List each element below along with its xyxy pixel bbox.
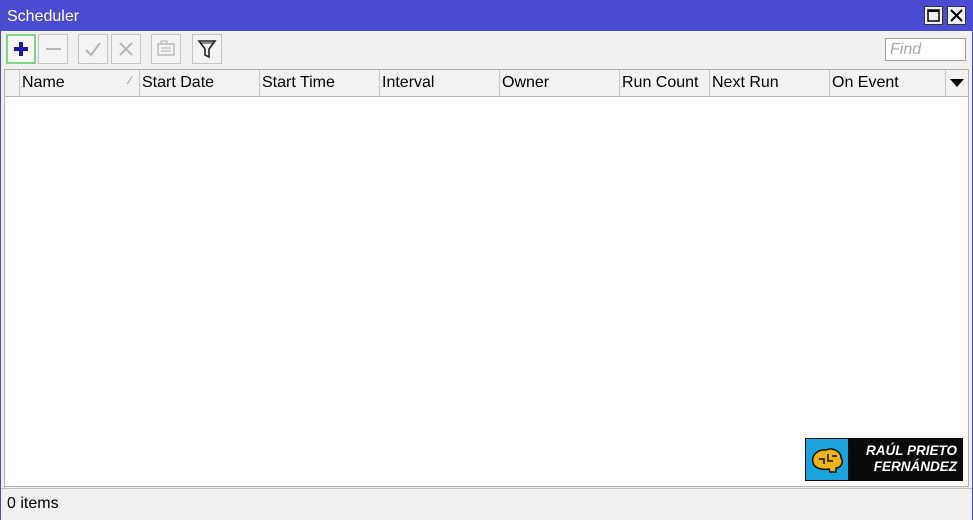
watermark-line-1: RAÚL PRIETO	[865, 443, 957, 458]
row-marker-column	[5, 70, 20, 96]
window-title: Scheduler	[7, 8, 80, 25]
column-header-label: Name	[22, 74, 65, 91]
column-header-start-date[interactable]: Start Date	[140, 70, 260, 96]
dropdown-arrow-icon	[950, 79, 964, 87]
scheduler-window: Scheduler Find Name ∕ Start Date Start T…	[0, 0, 973, 520]
maximize-icon	[927, 9, 940, 22]
status-bar: 0 items	[1, 488, 972, 520]
column-header-start-time[interactable]: Start Time	[260, 70, 380, 96]
column-header-next-run[interactable]: Next Run	[710, 70, 830, 96]
title-bar[interactable]: Scheduler	[1, 1, 972, 31]
brain-icon	[806, 439, 848, 480]
cross-icon	[119, 42, 133, 56]
find-input[interactable]	[885, 38, 966, 61]
comment-icon	[157, 40, 175, 56]
filter-icon	[197, 40, 217, 59]
scheduler-table: Name ∕ Start Date Start Time Interval Ow…	[4, 69, 969, 487]
watermark-line-2: FERNÁNDEZ	[873, 459, 957, 474]
column-header-label: Run Count	[622, 74, 699, 91]
column-header-label: Start Date	[142, 74, 215, 91]
column-header-name[interactable]: Name ∕	[20, 70, 140, 96]
sort-indicator-icon: ∕	[129, 75, 131, 87]
column-header-label: Start Time	[262, 74, 335, 91]
column-header-label: Owner	[502, 74, 550, 91]
watermark-text: RAÚL PRIETO FERNÁNDEZ	[849, 443, 957, 475]
column-header-owner[interactable]: Owner	[500, 70, 620, 96]
column-header-label: Interval	[382, 74, 435, 91]
column-header-interval[interactable]: Interval	[380, 70, 500, 96]
comment-button[interactable]	[151, 34, 181, 64]
plus-icon	[14, 42, 28, 56]
watermark-logo: RAÚL PRIETO FERNÁNDEZ	[805, 438, 963, 481]
add-button[interactable]	[6, 34, 36, 64]
remove-button[interactable]	[38, 34, 68, 64]
disable-button[interactable]	[111, 34, 141, 64]
column-menu-button[interactable]	[946, 70, 968, 96]
close-button[interactable]	[947, 6, 966, 25]
check-icon	[85, 42, 101, 57]
close-icon	[950, 9, 963, 22]
enable-button[interactable]	[78, 34, 108, 64]
filter-button[interactable]	[192, 34, 222, 64]
column-header-label: On Event	[832, 74, 899, 91]
minus-icon	[46, 48, 61, 50]
column-header-label: Next Run	[712, 74, 779, 91]
toolbar	[1, 32, 972, 68]
table-header: Name ∕ Start Date Start Time Interval Ow…	[5, 70, 968, 97]
column-header-on-event[interactable]: On Event	[830, 70, 946, 96]
maximize-button[interactable]	[924, 6, 943, 25]
item-count: 0 items	[7, 495, 59, 512]
column-header-run-count[interactable]: Run Count	[620, 70, 710, 96]
